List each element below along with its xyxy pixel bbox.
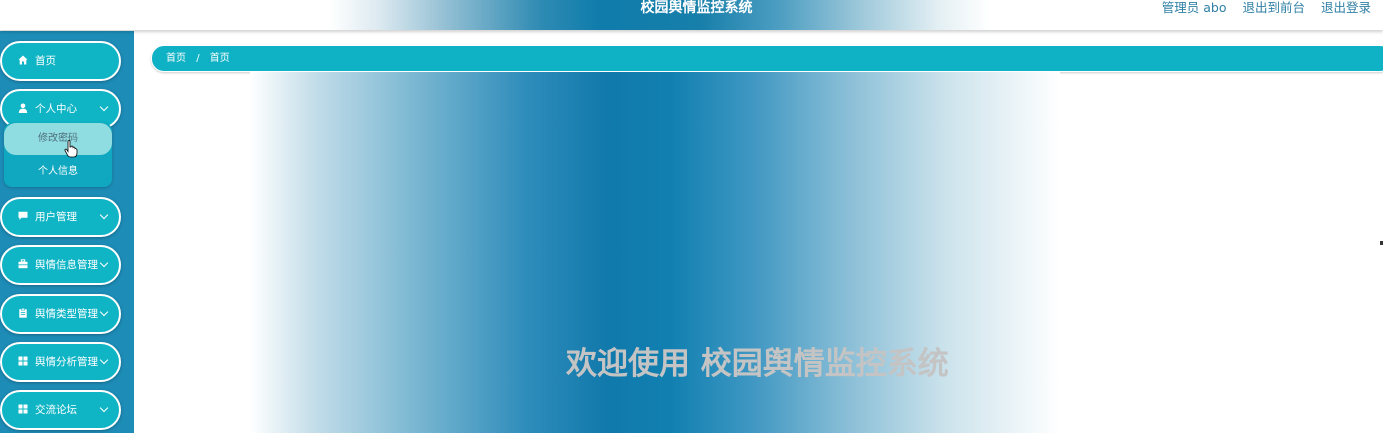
breadcrumb-item-current: 首页 xyxy=(209,53,230,64)
chevron-down-icon xyxy=(99,258,109,268)
submenu-item-change-password[interactable]: 修改密码 xyxy=(4,123,112,155)
top-header: 校园舆情监控系统 管理员 abo 退出到前台 退出登录 xyxy=(0,0,1383,30)
chevron-down-icon xyxy=(99,355,109,365)
chevron-down-icon xyxy=(99,403,109,413)
chat-icon xyxy=(18,211,28,220)
hand-cursor-icon xyxy=(64,140,78,158)
exit-to-front-link[interactable]: 退出到前台 xyxy=(1242,0,1305,18)
breadcrumb-item-home[interactable]: 首页 xyxy=(166,53,186,64)
header-links: 管理员 abo 退出到前台 退出登录 xyxy=(1162,0,1371,18)
sidebar-item-user-management[interactable]: 用户管理 xyxy=(0,197,121,237)
sidebar-item-sentiment-type[interactable]: 舆情类型管理 xyxy=(0,294,121,334)
sidebar-item-sentiment-analysis[interactable]: 舆情分析管理 xyxy=(0,342,121,382)
chevron-down-icon xyxy=(99,307,109,317)
sidebar-item-label: 交流论坛 xyxy=(35,404,77,416)
sidebar-item-label: 用户管理 xyxy=(35,211,77,223)
logout-link[interactable]: 退出登录 xyxy=(1321,0,1371,18)
grid-icon xyxy=(18,404,28,414)
user-label[interactable]: 管理员 abo xyxy=(1162,0,1227,18)
breadcrumb: 首页 / 首页 xyxy=(151,45,1383,72)
user-icon xyxy=(18,103,28,113)
sidebar-item-label: 个人中心 xyxy=(35,103,77,115)
home-icon xyxy=(18,55,28,65)
welcome-text: 欢迎使用 校园舆情监控系统 xyxy=(566,346,949,382)
sidebar-item-label: 舆情分析管理 xyxy=(35,356,98,368)
sidebar-item-forum[interactable]: 交流论坛 xyxy=(0,390,121,430)
sidebar-item-label: 舆情类型管理 xyxy=(35,308,98,320)
chevron-down-icon xyxy=(99,210,109,220)
personal-center-submenu: 修改密码 个人信息 xyxy=(4,123,112,187)
chevron-down-icon xyxy=(99,102,109,112)
breadcrumb-separator: / xyxy=(196,53,200,64)
sidebar-item-label: 舆情信息管理 xyxy=(35,259,98,271)
submenu-item-personal-info[interactable]: 个人信息 xyxy=(4,157,112,187)
grid-icon xyxy=(18,356,28,366)
sidebar-item-home[interactable]: 首页 xyxy=(0,41,121,81)
clipboard-icon xyxy=(19,308,27,318)
sidebar: 首页 个人中心 修改密码 个人信息 用户管理 舆情信息管理 舆情类型管理 舆情分… xyxy=(0,31,134,433)
sidebar-item-label: 首页 xyxy=(35,55,56,67)
sidebar-item-sentiment-info[interactable]: 舆情信息管理 xyxy=(0,245,121,285)
briefcase-icon xyxy=(18,259,28,269)
